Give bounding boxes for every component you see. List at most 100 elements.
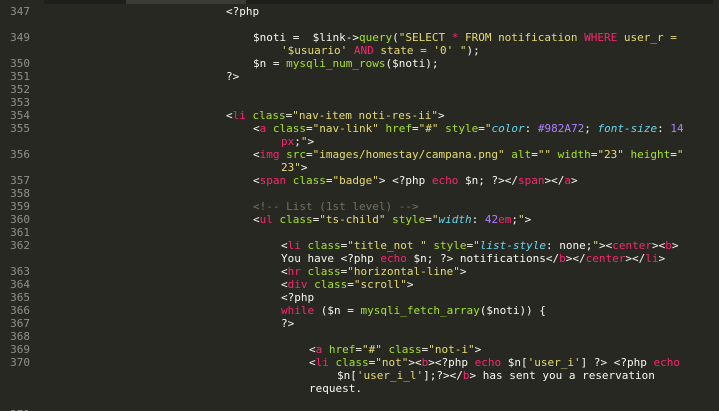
code-token: ></ <box>625 252 646 265</box>
line-text: $noti = $link->query("SELECT * FROM noti… <box>253 31 677 44</box>
line-text: request. <box>309 382 362 395</box>
code-token: width <box>438 213 472 226</box>
code-line[interactable]: 354 <li class="nav-item noti-res-ii"> <box>0 109 719 122</box>
code-token: '$usuario' <box>281 44 354 57</box>
code-token: class <box>328 356 369 369</box>
code-token: center <box>585 252 626 265</box>
code-line[interactable]: 370 <li class="not"><b><?php echo $n['use… <box>0 356 719 369</box>
line-text: '$usuario' AND state = '0' "); <box>281 44 480 57</box>
line-number: 364 <box>10 278 30 291</box>
code-token: ($noti); <box>385 57 439 70</box>
code-line[interactable] <box>0 395 719 408</box>
code-token: b <box>559 252 566 265</box>
code-line[interactable]: 360 <ul class="ts-child" style="width: 42… <box>0 213 719 226</box>
code-line[interactable]: 347 <?php <box>0 5 719 18</box>
line-text: <?php <box>226 5 259 18</box>
vertical-scrollbar[interactable] <box>713 0 719 411</box>
code-line[interactable]: 350 $n = mysqli_num_rows($noti); <box>0 57 719 70</box>
code-line[interactable]: 356 <img src="images/homestay/campana.png… <box>0 148 719 161</box>
code-line[interactable]: 359 <!-- List (1st level) --> <box>0 200 719 213</box>
code-line[interactable]: '$usuario' AND state = '0' "); <box>0 44 719 57</box>
code-line[interactable]: 368 <box>0 330 719 343</box>
code-token: < <box>253 213 260 226</box>
code-token: "SELECT <box>398 31 452 44</box>
code-line[interactable]: 365 <?php <box>0 291 719 304</box>
line-number: 361 <box>10 226 30 239</box>
code-token: hr <box>287 265 301 278</box>
line-number: 362 <box>10 239 30 252</box>
code-token: class <box>286 174 326 187</box>
code-token: " <box>517 213 525 226</box>
code-line[interactable]: 366 while ($n = mysqli_fetch_array($noti)… <box>0 304 719 317</box>
line-number: 359 <box>10 200 30 213</box>
line-number: 354 <box>10 109 30 122</box>
code-token: class <box>307 278 348 291</box>
line-number: 365 <box>10 291 30 304</box>
code-token: > <box>474 343 482 356</box>
code-line[interactable]: px;"> <box>0 135 719 148</box>
code-token: alt <box>504 148 532 161</box>
code-line[interactable]: 352 <box>0 83 719 96</box>
code-token: class <box>272 213 313 226</box>
code-token: >< <box>408 356 422 369</box>
code-token: "#" <box>362 343 382 356</box>
code-line[interactable]: 362 <li class="title_not " style="list-st… <box>0 239 719 252</box>
code-token: ; <box>294 135 301 148</box>
code-token: 42 <box>484 213 499 226</box>
code-token: ; <box>584 122 598 135</box>
code-token: ></ <box>544 174 565 187</box>
code-line[interactable]: 369 <a href="#" class="not-i"> <box>0 343 719 356</box>
code-token: = <box>306 148 313 161</box>
code-token: ></ <box>565 252 586 265</box>
code-line[interactable]: $n['user_i_l'];?></b> has sent you a res… <box>0 369 719 382</box>
line-text: $n = mysqli_num_rows($noti); <box>253 57 438 70</box>
code-token: li <box>232 109 246 122</box>
code-line[interactable]: You have <?php echo $n; ?> notifications… <box>0 252 719 265</box>
line-text: ?> <box>226 70 239 83</box>
code-line[interactable]: 364 <div class="scroll"> <box>0 278 719 291</box>
code-token: mysqli_num_rows <box>286 57 386 70</box>
code-line[interactable]: 351 ?> <box>0 70 719 83</box>
code-token: < <box>309 343 316 356</box>
code-token: $link-> <box>305 31 359 44</box>
code-token: img <box>259 148 280 161</box>
line-text: while ($n = mysqli_fetch_array($noti)) { <box>281 304 546 317</box>
code-token: "images/homestay/campana.png" <box>312 148 505 161</box>
code-token: $n[ <box>337 369 357 382</box>
code-token: ); <box>466 44 480 57</box>
line-text: <li class="nav-item noti-res-ii"> <box>226 109 445 122</box>
code-line[interactable]: request. <box>0 382 719 395</box>
line-number: 356 <box>10 148 30 161</box>
line-text: <img src="images/homestay/campana.png" a… <box>253 148 684 161</box>
code-line[interactable]: 357 <span class="badge"> <?php echo $n; ?… <box>0 174 719 187</box>
line-number: 355 <box>10 122 30 135</box>
line-text: <span class="badge"> <?php echo $n; ?></… <box>253 174 578 187</box>
code-token: px <box>281 135 295 148</box>
code-token: > <box>658 252 666 265</box>
code-token: font-size <box>597 122 658 135</box>
code-token: state = '0' " <box>373 44 467 57</box>
code-token: "horizontal-line" <box>347 265 460 278</box>
code-line[interactable]: 358 <box>0 187 719 200</box>
code-line[interactable]: 349 $noti = $link->query("SELECT * FROM n… <box>0 31 719 44</box>
code-token: $n; ?> notifications</ <box>406 252 560 265</box>
line-text: $n['user_i_l'];?></b> has sent you a res… <box>337 369 655 382</box>
code-line[interactable]: 367 ?> <box>0 317 719 330</box>
code-token: em <box>498 213 512 226</box>
code-token: AND <box>353 44 374 57</box>
code-token: " <box>592 239 599 252</box>
code-token: = <box>355 343 362 356</box>
code-token: $n[ <box>501 356 528 369</box>
line-text: You have <?php echo $n; ?> notifications… <box>281 252 665 265</box>
code-line[interactable]: 363 <hr class="horizontal-line"> <box>0 265 719 278</box>
code-line[interactable]: 353 <box>0 96 719 109</box>
code-line[interactable]: 355 <a class="nav-link" href="#" style="c… <box>0 122 719 135</box>
code-line[interactable]: 361 <box>0 226 719 239</box>
line-number: 352 <box>10 83 30 96</box>
code-line[interactable]: 23"> <box>0 161 719 174</box>
code-token: request. <box>309 382 362 395</box>
code-area[interactable]: 347 <?php 349 $noti = $link->query("SELECT … <box>0 0 719 411</box>
code-token: "title_not " <box>347 239 427 252</box>
code-token: "#" <box>418 122 439 135</box>
code-editor[interactable]: 347 <?php 349 $noti = $link->query("SELECT … <box>0 0 719 411</box>
